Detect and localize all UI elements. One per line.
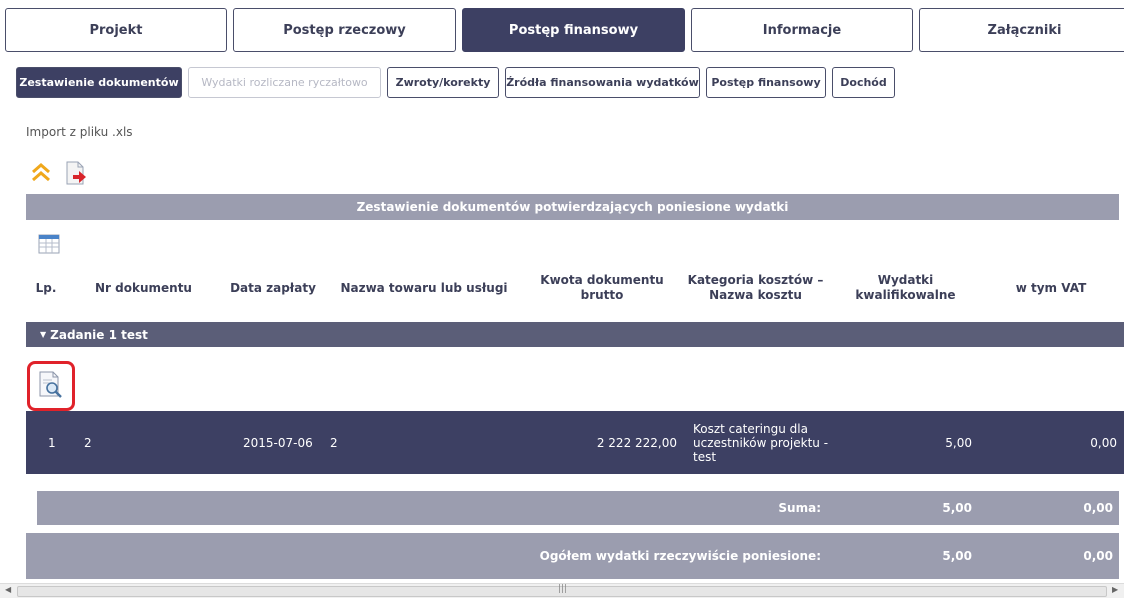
col-nazwa-towaru[interactable]: Nazwa towaru lub usługi <box>325 265 523 311</box>
subtab-zestawienie-dokumentow[interactable]: Zestawienie dokumentów <box>16 67 182 98</box>
tab-zalaczniki[interactable]: Załączniki <box>919 8 1124 52</box>
col-kategoria-kosztow[interactable]: Kategoria kosztów – Nazwa kosztu <box>683 265 828 311</box>
cell-kategoria: Koszt cateringu dla uczestników projektu… <box>693 421 829 464</box>
tab-informacje[interactable]: Informacje <box>691 8 913 52</box>
col-data-zaplaty[interactable]: Data zapłaty <box>221 265 325 311</box>
expand-triangle-icon: ▼ <box>40 330 47 339</box>
collapse-up-icon[interactable] <box>30 163 52 187</box>
sum-vat: 0,00 <box>1083 501 1113 515</box>
col-wydatki-kwalifikowalne[interactable]: Wydatki kwalifikowalne <box>835 265 976 311</box>
sum-label: Suma: <box>778 501 821 515</box>
main-tabs: Projekt Postęp rzeczowy Postęp finansowy… <box>5 8 1124 52</box>
cell-data-zaplaty: 2015-07-06 <box>243 435 313 450</box>
total-row: Ogółem wydatki rzeczywiście poniesione: … <box>26 533 1119 579</box>
subtab-wydatki-ryczaltowo: Wydatki rozliczane ryczałtowo <box>188 67 381 98</box>
scroll-right-icon[interactable]: ▶ <box>1112 585 1118 594</box>
total-vat: 0,00 <box>1083 549 1113 563</box>
cell-nazwa: 2 <box>330 435 338 450</box>
col-kwota-brutto[interactable]: Kwota dokumentu brutto <box>527 265 677 311</box>
table-row[interactable]: 1 2 2015-07-06 2 2 222 222,00 Koszt cate… <box>26 411 1124 474</box>
cell-vat: 0,00 <box>1090 435 1117 450</box>
total-label: Ogółem wydatki rzeczywiście poniesione: <box>539 549 821 563</box>
tab-projekt[interactable]: Projekt <box>5 8 227 52</box>
total-kwalifikowalne: 5,00 <box>942 549 972 563</box>
document-preview-icon[interactable] <box>38 371 64 403</box>
cell-kwota-brutto: 2 222 222,00 <box>596 435 677 450</box>
subtab-zwroty-korekty[interactable]: Zwroty/korekty <box>387 67 499 98</box>
scrollbar-thumb[interactable]: ||| <box>17 584 1107 597</box>
cell-lp: 1 <box>48 435 56 450</box>
subtab-postep-finansowy[interactable]: Postęp finansowy <box>706 67 826 98</box>
tab-postep-finansowy[interactable]: Postęp finansowy <box>462 8 685 52</box>
subtab-dochod[interactable]: Dochód <box>832 67 895 98</box>
grip-icon: ||| <box>558 584 568 594</box>
col-w-tym-vat[interactable]: w tym VAT <box>978 265 1124 311</box>
export-document-icon[interactable] <box>64 160 88 190</box>
import-xls-link[interactable]: Import z pliku .xls <box>26 125 133 139</box>
table-icon[interactable] <box>38 234 60 258</box>
scroll-left-icon[interactable]: ◀ <box>5 585 11 594</box>
sum-row: Suma: 5,00 0,00 <box>37 491 1119 525</box>
subtab-zrodla-finansowania[interactable]: Źródła finansowania wydatków <box>505 67 700 98</box>
tab-postep-rzeczowy[interactable]: Postęp rzeczowy <box>233 8 456 52</box>
task-label: Zadanie 1 test <box>50 327 148 342</box>
cell-wydatki-kwalifikowalne: 5,00 <box>945 435 972 450</box>
horizontal-scrollbar[interactable]: ◀ ||| ▶ <box>0 583 1124 598</box>
section-title: Zestawienie dokumentów potwierdzających … <box>356 200 789 214</box>
cell-nr-dokumentu: 2 <box>84 435 92 450</box>
col-lp[interactable]: Lp. <box>26 265 66 311</box>
task-group-header[interactable]: ▼ Zadanie 1 test <box>26 322 1124 347</box>
col-nr-dokumentu[interactable]: Nr dokumentu <box>66 265 221 311</box>
section-header: Zestawienie dokumentów potwierdzających … <box>26 194 1119 220</box>
sum-kwalifikowalne: 5,00 <box>942 501 972 515</box>
